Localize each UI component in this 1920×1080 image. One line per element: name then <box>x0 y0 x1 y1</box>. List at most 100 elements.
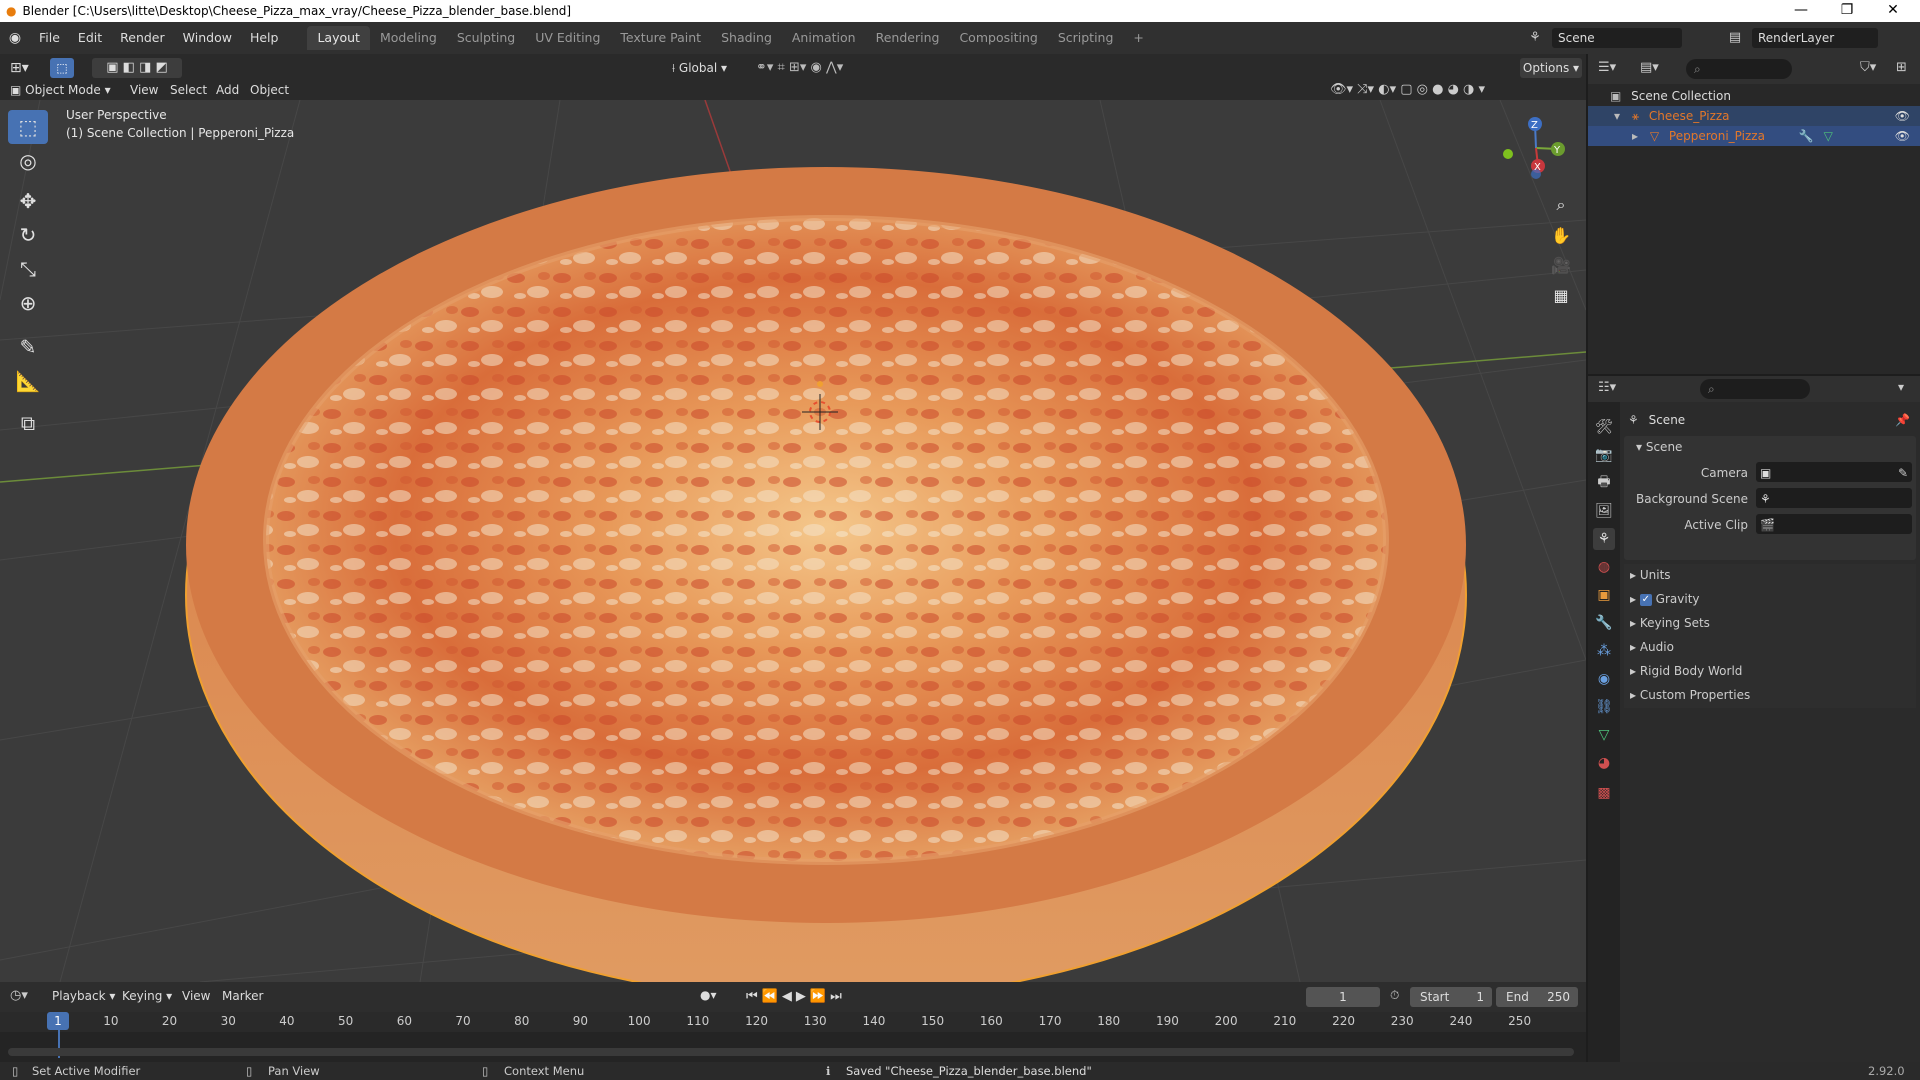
material-tab-icon[interactable]: ◕ <box>1593 752 1615 774</box>
object-mode-dropdown[interactable]: ▣ Object Mode ▾ <box>10 80 118 100</box>
selection-mode-icons[interactable]: ▣ ◧ ◨ ◩ <box>92 58 182 78</box>
timeline-menu-keying[interactable]: Keying ▾ <box>122 989 172 1003</box>
properties-editor-icon[interactable]: ☷▾ <box>1598 380 1616 395</box>
tab-rendering[interactable]: Rendering <box>866 26 950 50</box>
render-tab-icon[interactable]: 📷 <box>1593 444 1615 466</box>
timeline-menu-playback[interactable]: Playback ▾ <box>52 989 115 1003</box>
move-tool-icon[interactable]: ✥ <box>8 184 48 218</box>
gravity-checkbox[interactable]: ✓ <box>1639 593 1652 606</box>
tab-compositing[interactable]: Compositing <box>949 26 1047 50</box>
menu-render[interactable]: Render <box>111 22 174 54</box>
physics-tab-icon[interactable]: ◉ <box>1593 668 1615 690</box>
subpanel-gravity[interactable]: ▸ ✓ Gravity <box>1624 588 1916 612</box>
annotate-tool-icon[interactable]: ✎ <box>8 330 48 364</box>
data-tab-icon[interactable]: ▽ <box>1593 724 1615 746</box>
snap-proportional-icons[interactable]: ⚭▾ ⌗ ⊞▾ ◉ ⋀▾ <box>756 58 886 78</box>
modifier-wrench-icon[interactable]: 🔧 <box>1799 129 1814 143</box>
end-frame-field[interactable]: End 250 <box>1496 987 1578 1007</box>
menu-file[interactable]: File <box>30 22 69 54</box>
blender-menu-icon[interactable]: ◉ <box>0 30 30 46</box>
new-collection-icon[interactable]: ⊞ <box>1896 60 1907 75</box>
3d-viewport[interactable]: User Perspective (1) Scene Collection | … <box>0 100 1586 982</box>
subpanel-custom-properties[interactable]: ▸ Custom Properties <box>1624 684 1916 708</box>
outliner-row-scene-collection[interactable]: ▣ Scene Collection <box>1588 86 1920 106</box>
properties-search-input[interactable]: ⌕ <box>1700 379 1810 399</box>
camera-view-icon[interactable]: 🎥 <box>1546 250 1576 280</box>
tab-uv-editing[interactable]: UV Editing <box>525 26 610 50</box>
pizza-object[interactable] <box>185 167 1467 982</box>
pan-hand-icon[interactable]: ✋ <box>1546 220 1576 250</box>
timeline-body[interactable]: 10 20 30 40 50 60 70 80 90 100 110 120 130 140 150 160 1… <box>0 1012 1586 1062</box>
active-clip-field[interactable]: 🎬 <box>1756 514 1912 534</box>
tab-animation[interactable]: Animation <box>782 26 866 50</box>
display-mode-icon[interactable]: ▤▾ <box>1640 60 1659 75</box>
add-workspace-button[interactable]: + <box>1123 26 1153 50</box>
timeline-scrollbar[interactable] <box>8 1048 1574 1056</box>
menu-help[interactable]: Help <box>241 22 288 54</box>
visibility-eye-icon[interactable]: 👁 <box>1895 126 1910 146</box>
playhead[interactable]: 1 <box>47 1012 69 1030</box>
tab-modeling[interactable]: Modeling <box>370 26 447 50</box>
options-dropdown[interactable]: Options ▾ <box>1520 58 1582 78</box>
timeline-menu-view[interactable]: View <box>182 989 210 1003</box>
subpanel-keying-sets[interactable]: ▸ Keying Sets <box>1624 612 1916 636</box>
close-button[interactable]: ✕ <box>1870 0 1916 22</box>
tab-layout[interactable]: Layout <box>307 26 370 50</box>
viewport-menu-select[interactable]: Select <box>170 80 207 100</box>
particles-tab-icon[interactable]: ⁂ <box>1593 640 1615 662</box>
outliner-row-pepperoni-pizza[interactable]: ▸ ▽ Pepperoni_Pizza 🔧 ▽ 👁 <box>1588 126 1920 146</box>
minimize-button[interactable]: — <box>1778 0 1824 22</box>
expand-arrow-icon[interactable]: ▾ <box>1614 109 1620 123</box>
outliner-search-input[interactable]: ⌕ <box>1686 59 1792 79</box>
tab-texture-paint[interactable]: Texture Paint <box>610 26 711 50</box>
current-frame-field[interactable]: 1 <box>1306 987 1380 1007</box>
scene-tab-icon[interactable]: ⚘ <box>1593 528 1615 550</box>
start-frame-field[interactable]: Start 1 <box>1410 987 1492 1007</box>
frame-ruler[interactable]: 10 20 30 40 50 60 70 80 90 100 110 120 130 140 150 160 1… <box>0 1012 1586 1032</box>
modifier-tab-icon[interactable]: 🔧 <box>1593 612 1615 634</box>
navigation-gizmo[interactable]: Z Y X <box>1480 108 1570 188</box>
outliner-row-cheese-pizza[interactable]: ▾ ⚹ Cheese_Pizza 👁 <box>1588 106 1920 126</box>
subpanel-audio[interactable]: ▸ Audio <box>1624 636 1916 660</box>
viewport-shading-icons[interactable]: 👁▾ ⤨▾ ◐▾ ▢ ◎ ● ◕ ◑ ▾ <box>1330 80 1580 100</box>
background-scene-field[interactable]: ⚘ <box>1756 488 1912 508</box>
perspective-toggle-icon[interactable]: ▦ <box>1546 280 1576 310</box>
expand-arrow-icon[interactable]: ▸ <box>1632 129 1638 143</box>
subpanel-units[interactable]: ▸ Units <box>1624 564 1916 588</box>
playback-controls[interactable]: ⏮⏪◀▶⏩⏭ <box>746 987 866 1007</box>
output-tab-icon[interactable]: 🖶 <box>1593 472 1615 494</box>
world-tab-icon[interactable]: ◍ <box>1593 556 1615 578</box>
visibility-eye-icon[interactable]: 👁 <box>1895 106 1910 126</box>
select-tool-icon[interactable]: ⬚ <box>8 110 48 144</box>
cursor-tool-icon[interactable]: ◎ <box>8 144 48 178</box>
tab-sculpting[interactable]: Sculpting <box>447 26 525 50</box>
viewport-menu-add[interactable]: Add <box>216 80 239 100</box>
view-layer-tab-icon[interactable]: 🖼 <box>1593 500 1615 522</box>
collapse-chevron-icon[interactable]: ▾ <box>1898 380 1904 394</box>
viewport-menu-view[interactable]: View <box>130 80 158 100</box>
tab-scripting[interactable]: Scripting <box>1048 26 1124 50</box>
texture-tab-icon[interactable]: ▩ <box>1593 782 1615 804</box>
pin-icon[interactable]: 📌 <box>1895 408 1910 432</box>
restore-button[interactable]: ❐ <box>1824 0 1870 22</box>
menu-window[interactable]: Window <box>174 22 241 54</box>
record-icon[interactable]: ●▾ <box>700 988 717 1002</box>
tab-shading[interactable]: Shading <box>711 26 782 50</box>
zoom-icon[interactable]: ⌕ <box>1546 190 1576 220</box>
viewport-menu-object[interactable]: Object <box>250 80 289 100</box>
timeline-editor-icon[interactable]: ◷▾ <box>10 988 28 1003</box>
render-layer-field[interactable]: RenderLayer <box>1752 28 1878 48</box>
mesh-data-icon[interactable]: ▽ <box>1824 129 1833 143</box>
outliner-editor-icon[interactable]: ☰▾ <box>1598 60 1616 75</box>
camera-field[interactable]: ▣ ✎ <box>1756 462 1912 482</box>
render-layer-icon[interactable]: ▤ <box>1724 27 1746 49</box>
menu-edit[interactable]: Edit <box>69 22 111 54</box>
transform-orientation-dropdown[interactable]: ⟊ Global ▾ <box>672 58 746 78</box>
select-box-tool-icon[interactable]: ⬚ <box>50 58 74 78</box>
transform-tool-icon[interactable]: ⊕ <box>8 286 48 320</box>
measure-tool-icon[interactable]: 📐 <box>8 364 48 398</box>
scale-tool-icon[interactable]: ⤡ <box>8 252 48 286</box>
scene-icon[interactable]: ⚘ <box>1524 27 1546 49</box>
scene-panel-header[interactable]: ▾ Scene <box>1636 436 1682 458</box>
timeline-menu-marker[interactable]: Marker <box>222 989 263 1003</box>
